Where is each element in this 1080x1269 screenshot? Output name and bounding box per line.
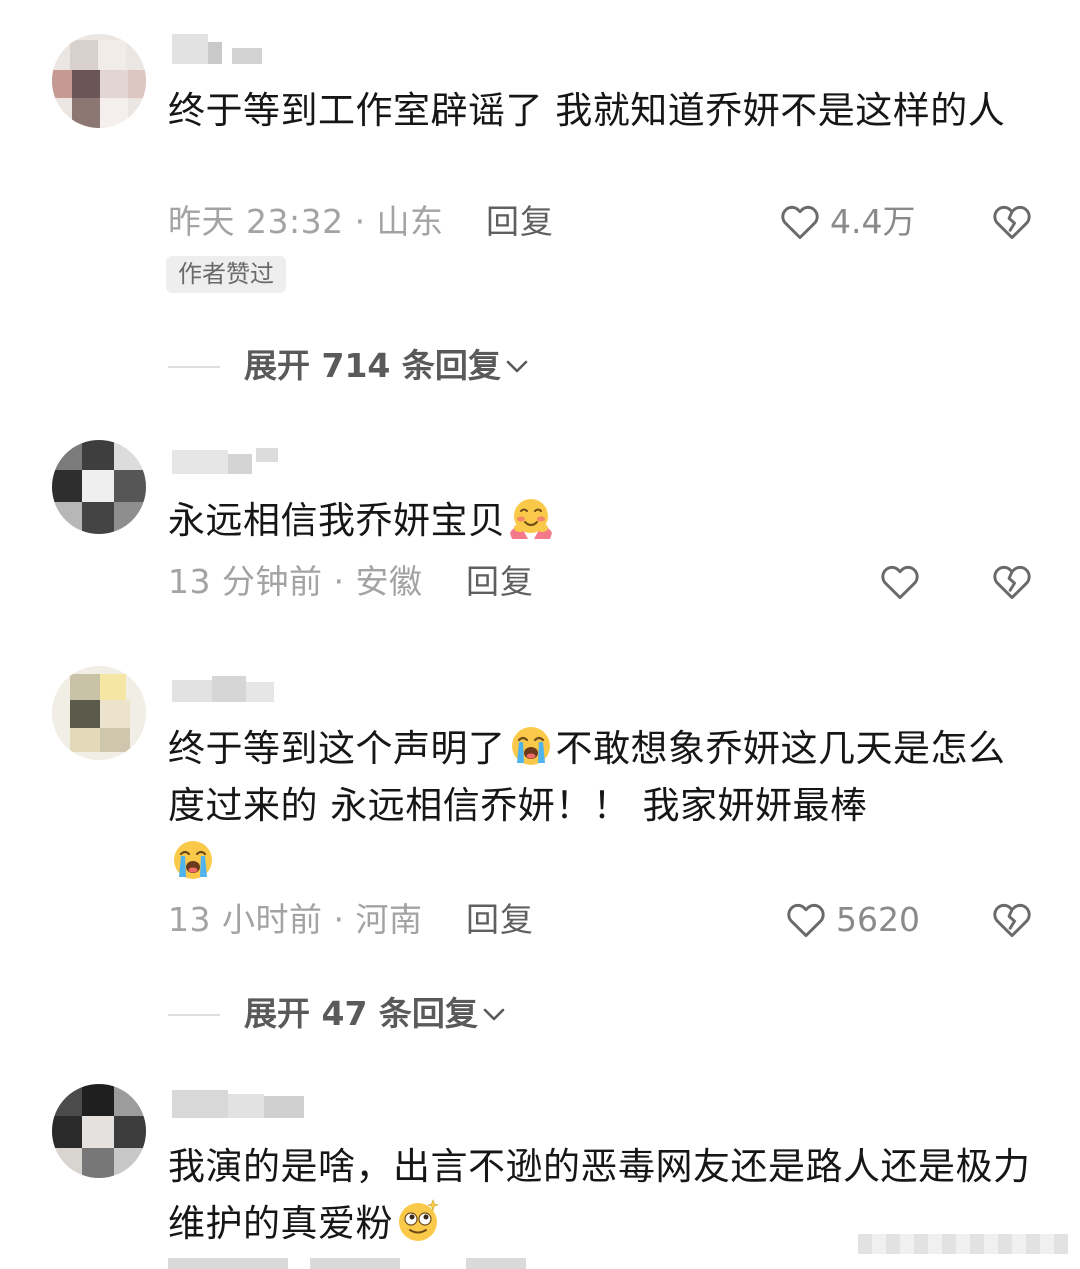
watermark xyxy=(858,1234,1068,1254)
like-button[interactable]: 4.4万 xyxy=(778,200,938,244)
comment-text: 终于等到这个声明了 不敢想象乔妍这几天是怎么度过来的 永远相信乔妍！！ 我家妍妍… xyxy=(168,720,1038,891)
hugging-face-emoji xyxy=(509,499,552,539)
broken-heart-icon[interactable] xyxy=(990,560,1034,604)
comment-time-location: 13 分钟前 · 安徽 xyxy=(168,562,423,601)
like-count: 4.4万 xyxy=(830,202,916,241)
like-button[interactable] xyxy=(878,560,926,604)
heart-outline-icon xyxy=(781,205,819,240)
avatar[interactable] xyxy=(52,440,146,534)
divider xyxy=(168,366,220,368)
loudly-crying-face-emoji xyxy=(511,727,550,765)
broken-heart-icon[interactable] xyxy=(990,898,1034,942)
expand-replies-label: 展开 47 条回复 xyxy=(244,994,478,1033)
avatar[interactable] xyxy=(52,34,146,128)
like-count: 5620 xyxy=(836,900,920,939)
comment-text: 终于等到工作室辟谣了 我就知道乔妍不是这样的人 xyxy=(168,89,1006,132)
heart-outline-icon xyxy=(881,565,919,600)
expand-replies-label: 展开 714 条回复 xyxy=(244,346,501,385)
username-blurred[interactable] xyxy=(172,34,272,64)
chevron-down-icon xyxy=(483,1008,505,1021)
like-button[interactable]: 5620 xyxy=(784,898,944,942)
comment-time-location: 昨天 23:32 · 山东 xyxy=(168,202,444,241)
username-blurred[interactable] xyxy=(172,1088,312,1118)
comment-text-content: 永远相信我乔妍宝贝 xyxy=(168,499,506,542)
expand-replies-button[interactable]: 展开 47 条回复 xyxy=(168,994,568,1034)
divider xyxy=(168,1014,220,1016)
avatar[interactable] xyxy=(52,1084,146,1178)
reply-button[interactable]: 回复 xyxy=(466,900,534,940)
avatar[interactable] xyxy=(52,666,146,760)
username-blurred[interactable] xyxy=(172,672,282,702)
reply-button[interactable]: 回复 xyxy=(466,562,534,602)
comment-text-content: 我演的是啥，出言不逊的恶毒网友还是路人还是极力维护的真爱粉 xyxy=(168,1145,1031,1245)
comment-text: 永远相信我乔妍宝贝 xyxy=(168,492,1038,549)
author-liked-badge: 作者赞过 xyxy=(166,256,286,293)
comment-text-content-1: 终于等到这个声明了 xyxy=(168,727,506,770)
chevron-down-icon xyxy=(506,360,528,373)
dizzy-face-emoji xyxy=(399,1199,440,1241)
loudly-crying-face-emoji xyxy=(174,841,212,879)
broken-heart-icon[interactable] xyxy=(990,200,1034,244)
heart-outline-icon xyxy=(787,903,825,938)
comment-time-location: 13 小时前 · 河南 xyxy=(168,900,423,939)
reply-button[interactable]: 回复 xyxy=(486,202,554,242)
username-blurred[interactable] xyxy=(172,446,282,476)
expand-replies-button[interactable]: 展开 714 条回复 xyxy=(168,346,588,386)
